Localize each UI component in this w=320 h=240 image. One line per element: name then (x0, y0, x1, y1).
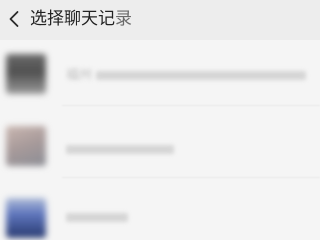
back-button[interactable] (0, 2, 28, 36)
page-title-text: 选择聊天记 (30, 9, 115, 29)
chevron-left-icon (8, 10, 20, 28)
chat-avatar (6, 198, 46, 238)
chat-title (66, 210, 128, 226)
chat-avatar (6, 54, 46, 94)
row-divider (62, 177, 320, 178)
top-bar: 选择聊天记录 (0, 0, 320, 40)
row-divider (62, 105, 320, 106)
chat-title-text: 福州 (66, 68, 93, 83)
chat-record-picker-screen: 选择聊天记录 福州 (0, 0, 320, 240)
chat-title-obscured (96, 71, 307, 80)
chat-item[interactable] (0, 112, 320, 178)
chat-item[interactable]: 福州 (0, 40, 320, 106)
chat-title: 福州 (66, 68, 316, 84)
page-title-tail: 录 (115, 9, 132, 29)
chat-avatar (6, 126, 46, 166)
chat-title (66, 142, 174, 158)
chat-title-obscured (66, 145, 174, 154)
chat-title-obscured (66, 213, 128, 222)
chat-list: 福州 (0, 40, 320, 240)
chat-item[interactable] (0, 184, 320, 240)
page-title: 选择聊天记录 (30, 6, 132, 32)
